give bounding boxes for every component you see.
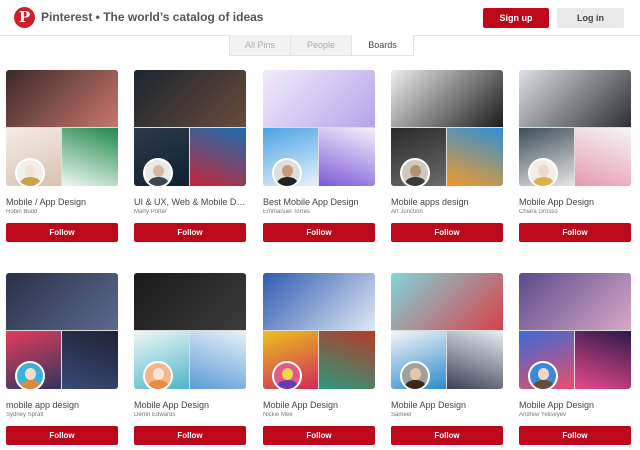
owner-avatar[interactable] — [528, 361, 558, 391]
board-thumb-image — [575, 128, 631, 186]
avatar-face — [153, 165, 164, 177]
avatar-face — [538, 368, 549, 380]
board-thumb-image — [447, 331, 503, 389]
board-thumb-image — [319, 331, 375, 389]
avatar-face — [153, 368, 164, 380]
board-title[interactable]: Mobile App Design — [391, 400, 503, 410]
board-owner[interactable]: Sydney Spratt — [6, 412, 118, 418]
board-cover-image — [134, 70, 246, 127]
follow-button[interactable]: Follow — [134, 426, 246, 445]
avatar-body — [20, 177, 41, 186]
board-title[interactable]: mobile app design — [6, 400, 118, 410]
search-tabs: All Pins People Boards — [229, 35, 414, 56]
board-thumb-image — [447, 128, 503, 186]
board-thumb-image — [62, 128, 118, 186]
board-owner[interactable]: Emmanuel Torres — [263, 209, 375, 215]
board-thumb-image — [319, 128, 375, 186]
avatar-face — [25, 368, 36, 380]
owner-avatar[interactable] — [143, 158, 173, 188]
avatar-body — [277, 177, 298, 186]
board-cover-image — [6, 273, 118, 330]
follow-button[interactable]: Follow — [263, 426, 375, 445]
board-owner[interactable]: Robin Budd — [6, 209, 118, 215]
tab-boards[interactable]: Boards — [352, 35, 413, 55]
avatar-face — [538, 165, 549, 177]
follow-button[interactable]: Follow — [263, 223, 375, 242]
board-title[interactable]: UI & UX, Web & Mobile Design — [134, 197, 246, 207]
owner-avatar[interactable] — [400, 158, 430, 188]
board-cover-image — [263, 273, 375, 330]
board-thumb-image — [190, 331, 246, 389]
board-title[interactable]: Mobile App Design — [519, 197, 631, 207]
board-cover-image — [6, 70, 118, 127]
board-cover-image — [391, 273, 503, 330]
follow-button[interactable]: Follow — [391, 426, 503, 445]
board-title[interactable]: Mobile App Design — [134, 400, 246, 410]
avatar-body — [148, 380, 169, 389]
avatar-body — [277, 380, 298, 389]
avatar-body — [148, 177, 169, 186]
board-owner[interactable]: Chiara Grosso — [519, 209, 631, 215]
follow-button[interactable]: Follow — [519, 426, 631, 445]
board-cover-image — [391, 70, 503, 127]
avatar-body — [405, 380, 426, 389]
board-title[interactable]: Mobile apps design — [391, 197, 503, 207]
owner-avatar[interactable] — [400, 361, 430, 391]
avatar-face — [282, 368, 293, 380]
follow-button[interactable]: Follow — [519, 223, 631, 242]
board-owner[interactable]: Derrin Edwards — [134, 412, 246, 418]
follow-button[interactable]: Follow — [391, 223, 503, 242]
board-owner[interactable]: Nickie Mee — [263, 412, 375, 418]
board-cover-image — [519, 70, 631, 127]
board-thumb-image — [190, 128, 246, 186]
owner-avatar[interactable] — [143, 361, 173, 391]
sign-up-button[interactable]: Sign up — [483, 8, 549, 28]
board-owner[interactable]: Art Junction — [391, 209, 503, 215]
avatar-face — [410, 165, 421, 177]
follow-button[interactable]: Follow — [6, 223, 118, 242]
board-thumb-image — [62, 331, 118, 389]
board-title[interactable]: Best Mobile App Design — [263, 197, 375, 207]
board-thumb-image — [575, 331, 631, 389]
follow-button[interactable]: Follow — [134, 223, 246, 242]
board-cover-image — [134, 273, 246, 330]
avatar-body — [20, 380, 41, 389]
avatar-face — [282, 165, 293, 177]
avatar-body — [405, 177, 426, 186]
owner-avatar[interactable] — [15, 158, 45, 188]
avatar-face — [410, 368, 421, 380]
board-owner[interactable]: Marty Porter — [134, 209, 246, 215]
owner-avatar[interactable] — [528, 158, 558, 188]
avatar-face — [25, 165, 36, 177]
top-bar: P Pinterest • The world’s catalog of ide… — [0, 0, 640, 36]
board-owner[interactable]: Andrew Yeliseyev — [519, 412, 631, 418]
owner-avatar[interactable] — [272, 158, 302, 188]
board-cover-image — [263, 70, 375, 127]
board-title[interactable]: Mobile App Design — [263, 400, 375, 410]
tab-people[interactable]: People — [291, 35, 352, 55]
pinterest-logo-icon[interactable]: P — [14, 7, 35, 28]
board-title[interactable]: Mobile / App Design — [6, 197, 118, 207]
tab-all-pins[interactable]: All Pins — [230, 35, 291, 55]
avatar-body — [533, 177, 554, 186]
site-title: Pinterest • The world’s catalog of ideas — [41, 10, 264, 24]
owner-avatar[interactable] — [15, 361, 45, 391]
log-in-button[interactable]: Log in — [557, 8, 624, 28]
board-cover-image — [519, 273, 631, 330]
follow-button[interactable]: Follow — [6, 426, 118, 445]
board-title[interactable]: Mobile App Design — [519, 400, 631, 410]
board-owner[interactable]: Sameer — [391, 412, 503, 418]
avatar-body — [533, 380, 554, 389]
owner-avatar[interactable] — [272, 361, 302, 391]
